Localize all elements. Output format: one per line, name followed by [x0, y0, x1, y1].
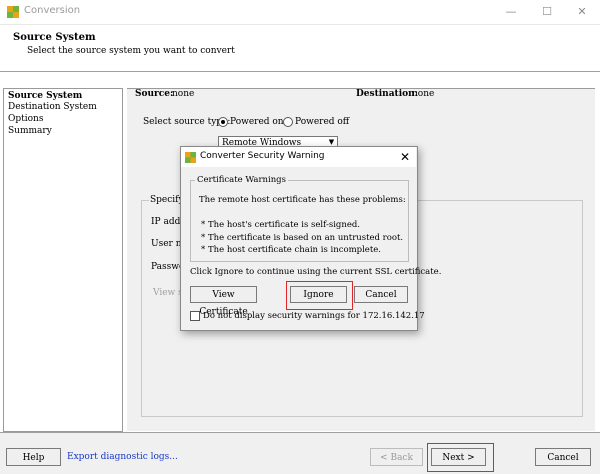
back-button[interactable]: < Back [370, 448, 423, 466]
minimize-button[interactable]: — [496, 4, 526, 20]
view-certificate-button[interactable]: View Certificate [190, 286, 257, 317]
nav-item-summary[interactable]: Summary [8, 126, 52, 136]
source-value: none [172, 89, 195, 99]
ignore-button[interactable]: Ignore [290, 286, 347, 303]
suppress-warnings-checkbox[interactable] [190, 311, 200, 321]
powered-off-label[interactable]: Powered off [295, 117, 349, 127]
destination-label: Destination: [356, 89, 418, 99]
export-diagnostic-logs-link[interactable]: Export diagnostic logs... [67, 452, 178, 462]
powered-on-label[interactable]: Powered on [230, 117, 284, 127]
powered-off-radio[interactable] [283, 117, 293, 127]
cancel-button[interactable]: Cancel [535, 448, 591, 466]
dialog-cancel-button[interactable]: Cancel [354, 286, 408, 303]
nav-item-options[interactable]: Options [8, 114, 43, 124]
certificate-problem: * The host's certificate is self-signed. [201, 220, 361, 230]
help-button[interactable]: Help [6, 448, 61, 466]
window-title: Conversion [24, 5, 81, 16]
wizard-steps-panel [3, 88, 123, 432]
destination-value: none [412, 89, 435, 99]
suppress-warnings-label[interactable]: Do not display security warnings for 172… [203, 311, 425, 321]
next-button[interactable]: Next > [431, 448, 486, 466]
dialog-close-icon[interactable]: ✕ [397, 149, 413, 165]
page-subtitle: Select the source system you want to con… [27, 46, 235, 56]
page-title: Source System [13, 32, 96, 43]
powered-on-radio[interactable] [218, 117, 228, 127]
certificate-intro: The remote host certificate has these pr… [199, 195, 406, 205]
source-label: Source: [135, 89, 174, 99]
nav-item-source-system[interactable]: Source System [8, 91, 82, 101]
converter-app-icon [7, 6, 19, 18]
ignore-instruction: Click Ignore to continue using the curre… [190, 267, 442, 277]
close-button[interactable]: ✕ [567, 4, 597, 20]
dialog-title: Converter Security Warning [200, 151, 325, 161]
certificate-problem: * The host certificate chain is incomple… [201, 245, 381, 255]
certificate-warnings-title: Certificate Warnings [195, 175, 288, 185]
maximize-button[interactable]: ☐ [532, 4, 562, 20]
certificate-problem: * The certificate is based on an untrust… [201, 233, 404, 243]
nav-item-destination-system[interactable]: Destination System [8, 102, 97, 112]
dialog-app-icon [185, 152, 196, 163]
